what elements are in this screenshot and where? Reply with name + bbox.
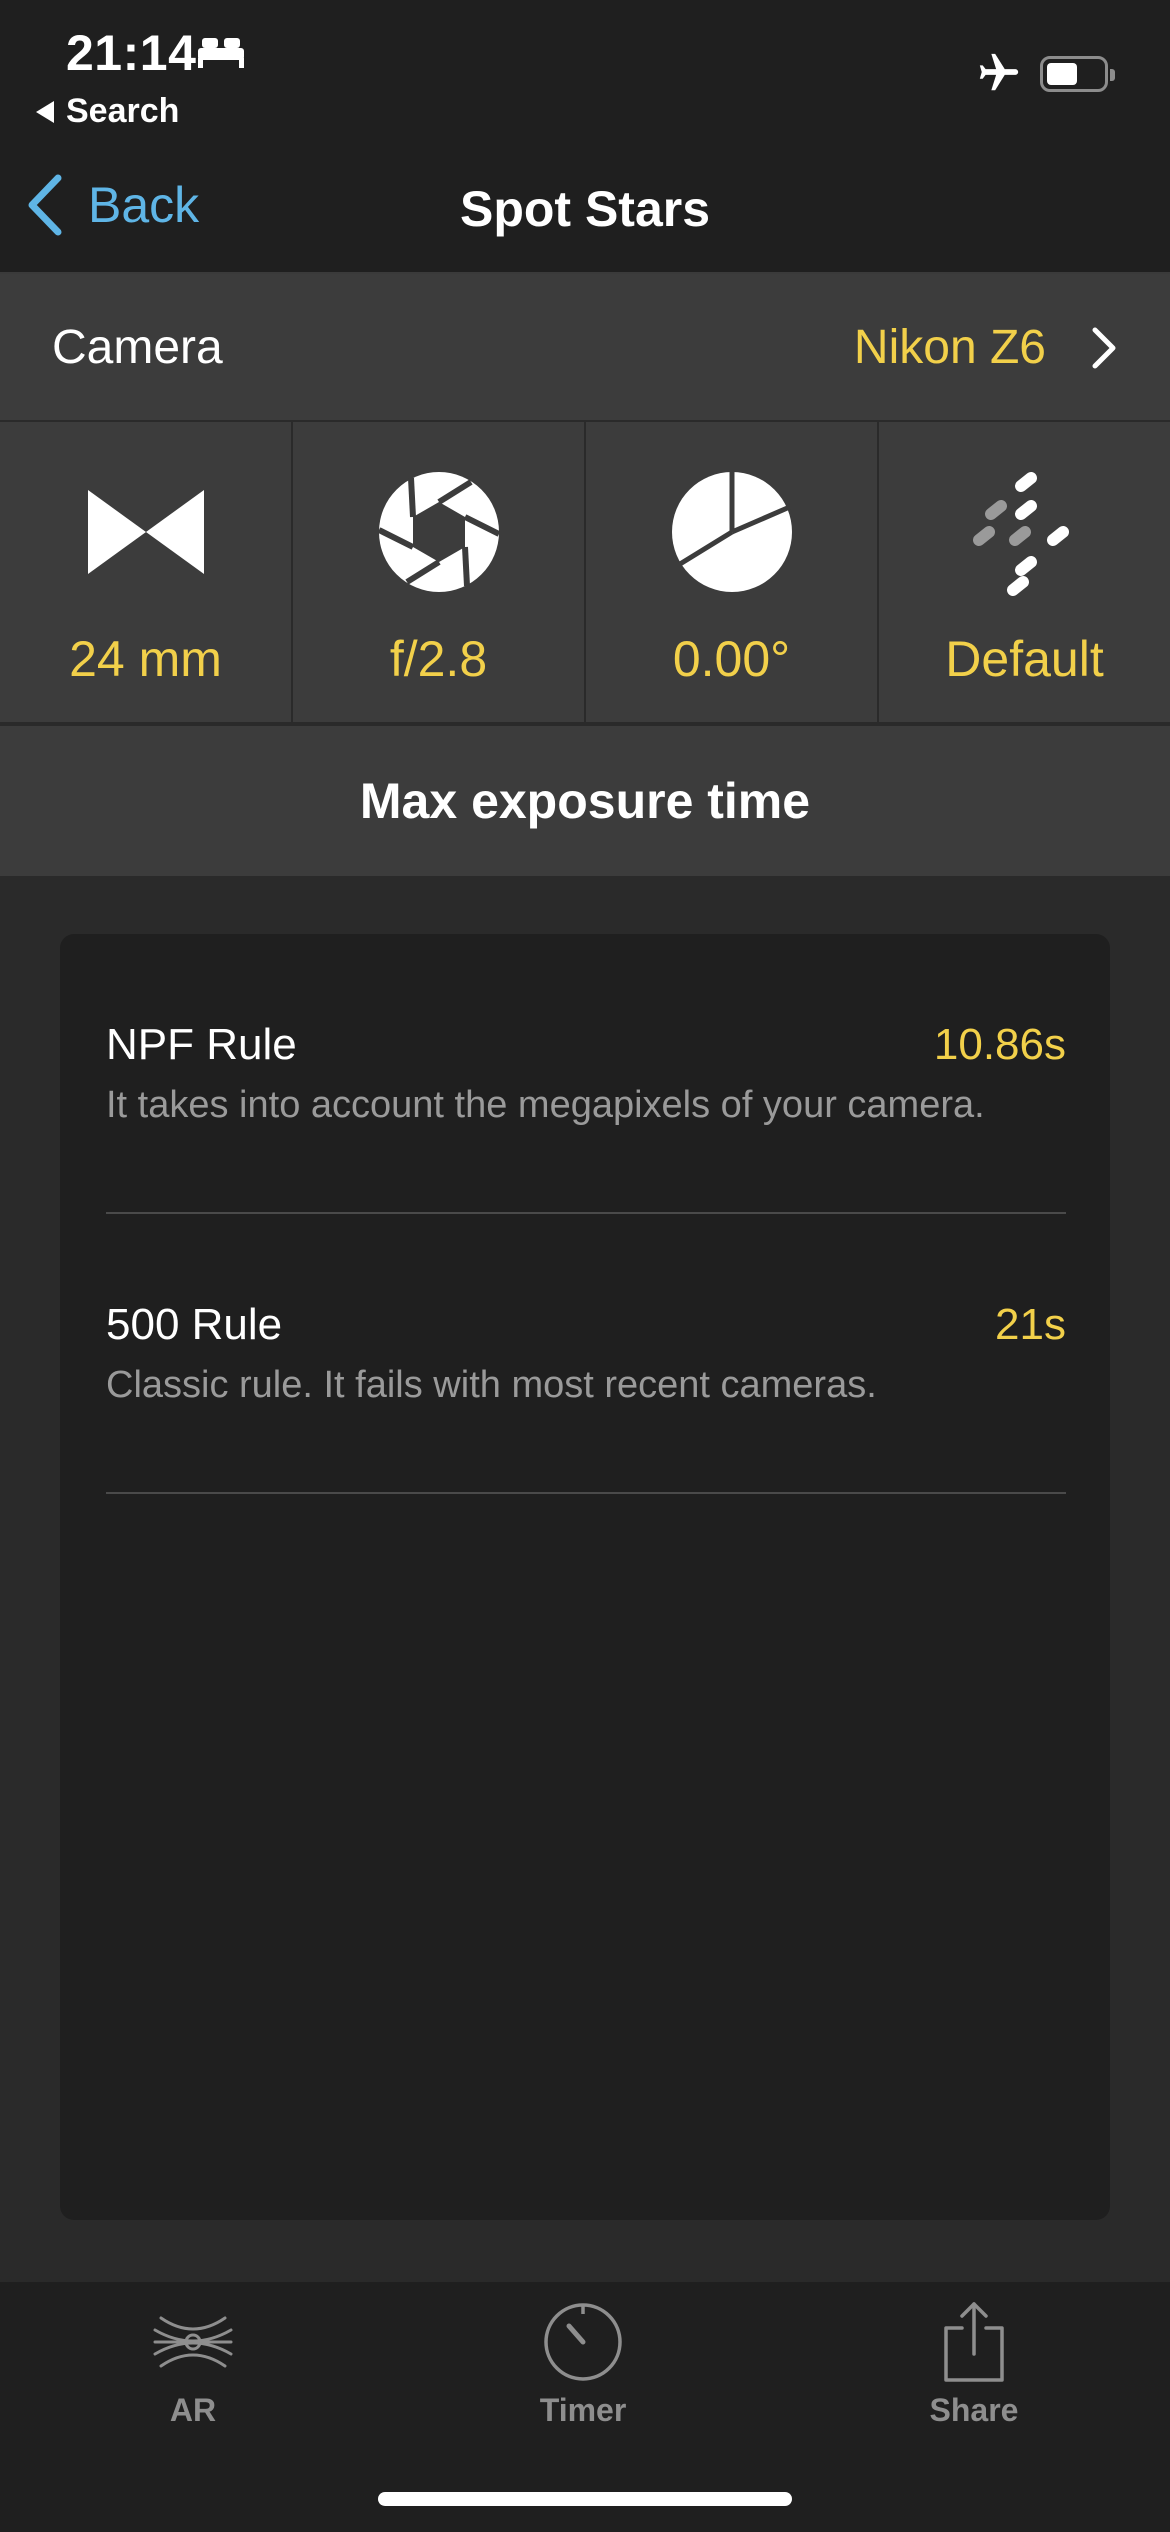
- aperture-value: f/2.8: [389, 631, 488, 687]
- tab-label: AR: [169, 2392, 217, 2428]
- chevron-right-icon: [1092, 327, 1116, 369]
- rule-value: 10.86s: [933, 1020, 1066, 1069]
- tab-ar[interactable]: AR: [93, 2300, 293, 2429]
- tab-timer[interactable]: Timer: [483, 2300, 683, 2429]
- accuracy-cell[interactable]: Default: [879, 422, 1170, 722]
- camera-value: Nikon Z6: [853, 321, 1046, 374]
- aperture-icon: [377, 472, 500, 592]
- rule-name: NPF Rule: [106, 1020, 297, 1069]
- airplane-mode-icon: [979, 53, 1019, 91]
- ar-icon: [153, 2316, 233, 2368]
- status-time: 21:14: [66, 25, 197, 81]
- section-header: Max exposure time: [0, 726, 1170, 876]
- section-title: Max exposure time: [359, 773, 811, 829]
- focal-length-value: 24 mm: [69, 631, 222, 687]
- rule-description: It takes into account the megapixels of …: [106, 1084, 985, 1126]
- share-icon: [944, 2302, 1004, 2382]
- rule-name: 500 Rule: [106, 1300, 283, 1349]
- settings-grid: 24 mm f/2.8 0.00° Default: [0, 422, 1170, 724]
- declination-cell[interactable]: 0.00°: [586, 422, 877, 722]
- battery-icon: [1040, 56, 1115, 92]
- accuracy-dots-icon: [972, 472, 1069, 596]
- status-bar: 21:14 Search: [0, 0, 1170, 150]
- accuracy-value: Default: [945, 631, 1104, 687]
- declination-value: 0.00°: [672, 631, 791, 687]
- rule-description: Classic rule. It fails with most recent …: [106, 1364, 877, 1406]
- focal-length-cell[interactable]: 24 mm: [0, 422, 291, 722]
- declination-pie-icon: [671, 470, 793, 592]
- camera-selector-row[interactable]: Camera Nikon Z6: [0, 274, 1170, 422]
- rule-value: 21s: [995, 1300, 1066, 1349]
- sleep-focus-icon: [198, 38, 244, 68]
- npf-rule-row[interactable]: NPF Rule 10.86s It takes into account th…: [106, 934, 1066, 1214]
- navigation-bar: Back Spot Stars: [0, 150, 1170, 274]
- aperture-cell[interactable]: f/2.8: [293, 422, 584, 722]
- tab-label: Timer: [539, 2392, 627, 2428]
- focal-length-icon: [87, 490, 204, 574]
- timer-icon: [544, 2303, 622, 2381]
- home-indicator[interactable]: [378, 2492, 792, 2506]
- page-title: Spot Stars: [459, 181, 711, 237]
- exposure-rules-card: NPF Rule 10.86s It takes into account th…: [60, 934, 1110, 2220]
- camera-label: Camera: [52, 321, 223, 374]
- back-triangle-icon: [36, 100, 54, 123]
- back-app-label: Search: [66, 92, 180, 130]
- back-to-search-link[interactable]: Search: [36, 92, 179, 131]
- tab-label: Share: [929, 2392, 1019, 2428]
- tab-share[interactable]: Share: [874, 2300, 1074, 2429]
- 500-rule-row[interactable]: 500 Rule 21s Classic rule. It fails with…: [106, 1214, 1066, 1494]
